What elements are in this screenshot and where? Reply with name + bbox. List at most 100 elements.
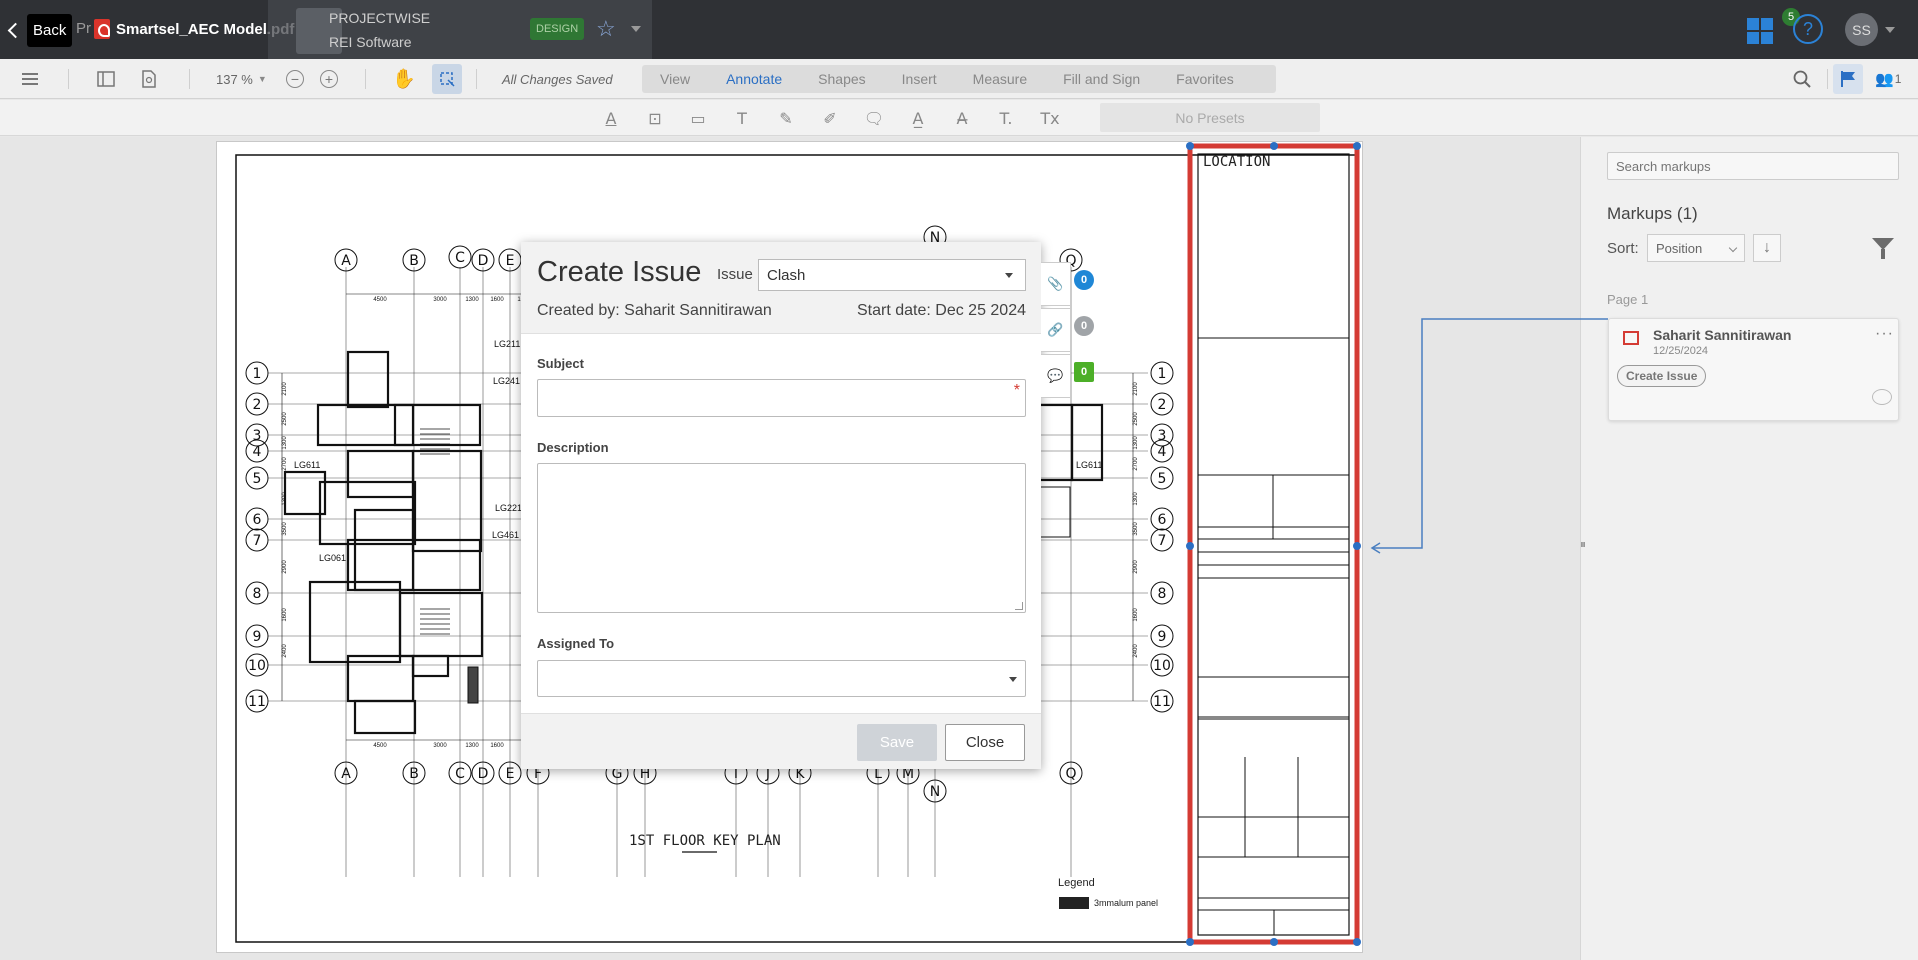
grid-row-label: 9 [1158,629,1167,645]
sort-select[interactable]: Position [1647,234,1745,262]
wall [346,449,415,499]
markup-card[interactable]: Saharit Sannitirawan 12/25/2024 ··· Crea… [1608,318,1899,421]
create-issue-dialog: Create Issue Issue Clash Created by: Sah… [521,242,1041,769]
flag-icon [1833,64,1863,94]
sidebar-toggle-button[interactable] [97,59,115,99]
attachments-tab[interactable]: 📎 [1041,262,1071,306]
grid-column-label: B [409,766,419,782]
grid-column-label: D [478,253,489,269]
participants-button[interactable]: 👥 1 [1875,59,1901,99]
tab-insert[interactable]: Insert [884,71,955,87]
main-toolbar: 137 % ▼ − + ✋ All Changes Saved View Ann… [0,59,1918,99]
free-text-icon[interactable]: T [732,108,752,128]
tab-fill-and-sign[interactable]: Fill and Sign [1045,71,1158,87]
select-tool-button[interactable] [432,59,462,99]
zoom-in-button[interactable]: + [320,59,338,99]
location-label: LOCATION [1203,154,1271,170]
wall [411,449,483,553]
dimension-text: 2100 [1133,382,1139,396]
sort-label: Sort: [1607,240,1639,257]
comment-icon[interactable] [1872,389,1892,405]
markups-panel-button[interactable] [1833,59,1863,99]
comments-tab[interactable]: 💬 [1041,354,1071,398]
grid-column-label: A [341,253,351,269]
underline-icon[interactable]: A̲ [908,108,928,128]
back-button[interactable]: Back [6,13,73,47]
grid-row-label: 1 [1158,366,1167,382]
dimension-text: 1300 [465,297,479,303]
pen-icon[interactable]: ✐ [820,108,840,128]
issue-type-select[interactable]: Clash [758,259,1026,291]
dimension-text: 2900 [282,560,288,574]
menu-button[interactable] [22,59,38,99]
comment-icon[interactable]: 🗨 [864,108,884,128]
location-markup-rectangle [1187,143,1360,945]
tab-favorites[interactable]: Favorites [1158,71,1252,87]
chevron-down-icon [1728,243,1738,253]
subject-input[interactable]: * [537,379,1026,417]
page-group-label: Page 1 [1607,292,1649,307]
project-name[interactable]: PROJECTWISE [329,10,430,26]
more-options-icon[interactable]: ··· [1875,325,1894,343]
project-subtitle: REI Software [329,34,412,50]
tab-measure[interactable]: Measure [955,71,1045,87]
description-textarea[interactable] [537,463,1026,613]
users-icon: 👥 [1875,71,1894,88]
tab-view[interactable]: View [642,71,708,87]
highlighter-icon[interactable]: ✎ [776,108,796,128]
markup-connector-line [1370,318,1608,554]
dimension-text: 4500 [373,743,387,749]
dimension-text: 2100 [282,382,288,396]
create-issue-button[interactable]: Create Issue [1617,365,1707,387]
tab-annotate[interactable]: Annotate [708,71,800,87]
replace-text-icon[interactable]: Tx [1040,108,1060,128]
caret-down-icon [1005,273,1013,278]
text-box-icon[interactable]: ⊡ [645,108,665,128]
assigned-to-select[interactable] [537,660,1026,697]
grid-row-label: 8 [253,586,262,602]
selection-handle [1186,938,1194,946]
tab-shapes[interactable]: Shapes [800,71,883,87]
divider [476,69,477,89]
room-tag: LG611 [1076,460,1102,470]
chevron-down-icon[interactable] [1885,27,1895,33]
insert-text-icon[interactable]: T. [996,108,1016,128]
hatched-panel [467,666,479,704]
caret-down-icon [1009,677,1017,682]
markup-date: 12/25/2024 [1653,345,1709,357]
strikeout-icon[interactable]: A̶ [952,108,972,128]
avatar[interactable]: SS [1845,13,1878,46]
text-color-icon[interactable]: A [601,108,621,128]
star-icon[interactable]: ☆ [596,16,616,42]
wall [308,580,402,664]
divider [1827,69,1828,89]
zoom-in-icon: + [320,70,338,88]
grid-column-label: E [506,253,515,269]
rectangle-icon[interactable]: ▭ [688,108,708,128]
page-settings-button[interactable] [141,59,157,99]
grid-column-label: Q [1065,766,1076,782]
grid-row-label: 9 [253,629,262,645]
markup-search-input[interactable] [1607,152,1899,180]
chevron-down-icon[interactable] [631,26,641,32]
close-button[interactable]: Close [945,724,1025,761]
app-launcher-icon[interactable] [1747,18,1773,44]
chevron-left-icon [7,22,24,38]
sort-direction-button[interactable]: ↓ [1753,234,1781,262]
grid-row-label: 4 [1158,444,1167,460]
divider [365,69,366,89]
zoom-select[interactable]: 137 % ▼ [216,59,267,99]
dimension-text: 1300 [1133,436,1139,450]
filter-icon[interactable] [1872,238,1894,259]
select-area-icon [432,64,462,94]
grid-row-label: 2 [1158,397,1167,413]
save-button[interactable]: Save [857,724,937,761]
resize-grip-icon[interactable] [1015,602,1023,610]
search-button[interactable] [1793,59,1811,99]
pan-tool-button[interactable]: ✋ [392,59,416,99]
plan-title: 1ST FLOOR KEY PLAN [629,833,781,849]
breadcrumb-fragment: Pr [76,20,91,37]
links-tab[interactable]: 🔗 [1041,308,1071,352]
help-icon[interactable]: ? [1793,14,1823,44]
zoom-out-button[interactable]: − [286,59,304,99]
